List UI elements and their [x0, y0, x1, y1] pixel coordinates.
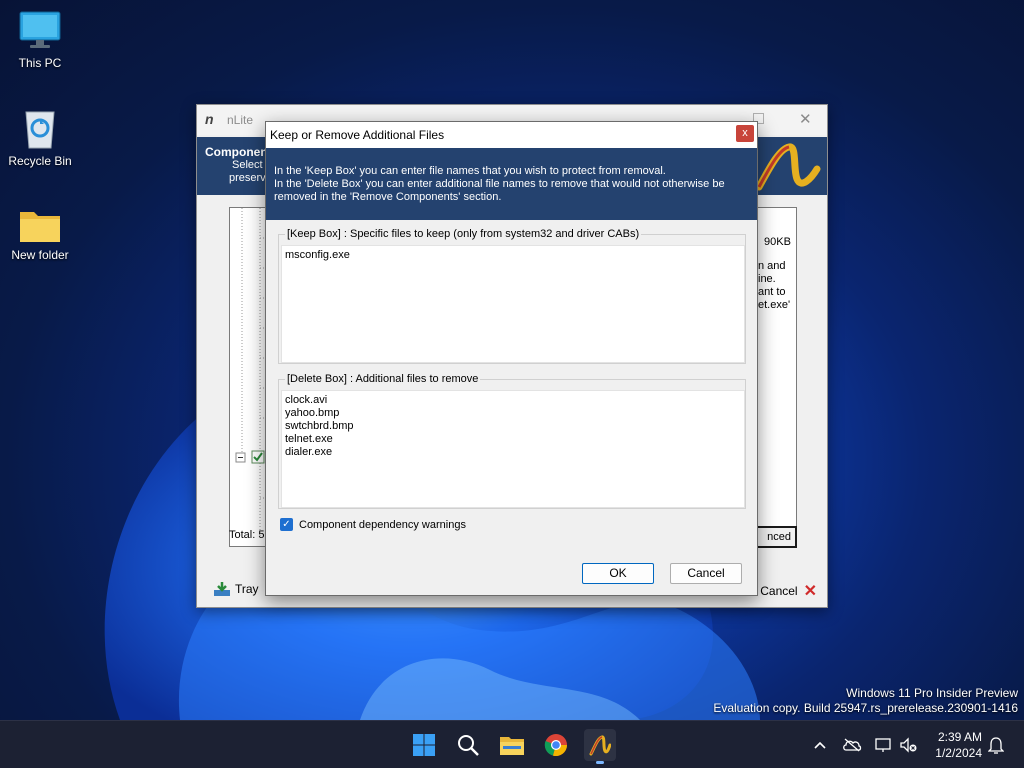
search-icon: [458, 735, 479, 756]
notifications-button[interactable]: [986, 735, 1006, 755]
watermark-line: Evaluation copy. Build 25947.rs_prerelea…: [713, 701, 1018, 715]
delete-box-line: swtchbrd.bmp: [285, 420, 354, 432]
active-indicator: [596, 761, 604, 764]
watermark-line: Windows 11 Pro Insider Preview: [846, 686, 1018, 700]
description-fragment: n and ine. ant to et.exe': [758, 260, 790, 312]
nlite-window-title: nLite: [227, 113, 254, 127]
desktop-icon-label: New folder: [11, 248, 69, 262]
size-value: 90KB: [764, 236, 791, 248]
nlite-logo-icon: [755, 143, 821, 191]
chevron-up-icon: [814, 741, 826, 749]
nlite-page-subtitle: Select t preserv: [229, 159, 269, 185]
delete-box-textarea[interactable]: clock.avi yahoo.bmp swtchbrd.bmp telnet.…: [281, 390, 745, 508]
tray-download-icon: [214, 582, 230, 596]
chrome-icon: [544, 734, 567, 757]
cloud-offline-icon: [843, 738, 862, 752]
description-line: ine.: [758, 273, 776, 285]
delete-box-line: yahoo.bmp: [285, 407, 340, 419]
recycle-bin-icon: [25, 111, 55, 149]
subtitle-line: Select t: [232, 159, 269, 171]
monitor-icon: [19, 11, 61, 48]
keep-box-group: [Keep Box] : Specific files to keep (onl…: [278, 228, 746, 364]
delete-box-line: telnet.exe: [285, 433, 333, 445]
close-icon[interactable]: ✕: [799, 110, 812, 128]
dialog-title: Keep or Remove Additional Files: [270, 128, 445, 142]
keep-box-legend: [Keep Box] : Specific files to keep (onl…: [285, 228, 642, 240]
instruction-line: In the 'Keep Box' you can enter file nam…: [274, 165, 666, 177]
desktop-icon-new-folder[interactable]: New folder: [0, 206, 80, 262]
network-icon: [875, 738, 891, 752]
system-clock[interactable]: 2:39 AM 1/2/2024: [935, 729, 982, 761]
delete-box-line: dialer.exe: [285, 446, 333, 458]
ok-button[interactable]: OK: [582, 563, 654, 584]
show-hidden-icons-button[interactable]: [810, 735, 830, 755]
nlite-taskbar-button[interactable]: [584, 729, 616, 764]
dependency-warnings-checkbox[interactable]: ✓: [280, 518, 293, 531]
cancel-label: Cancel: [760, 584, 798, 598]
cancel-x-icon: ✕: [803, 583, 817, 600]
folder-icon: [20, 212, 60, 242]
tray-label: Tray: [235, 582, 259, 596]
bell-icon: [988, 737, 1004, 754]
volume-muted-icon: [900, 737, 917, 753]
file-explorer-button[interactable]: [496, 729, 528, 761]
network-button[interactable]: [874, 735, 894, 755]
desktop-icon-label: This PC: [18, 56, 62, 70]
dialog-title-bar[interactable]: Keep or Remove Additional Files x: [266, 122, 757, 148]
search-button[interactable]: [452, 729, 484, 761]
instruction-line: removed in the 'Remove Components' secti…: [274, 191, 502, 203]
clock-time: 2:39 AM: [937, 730, 982, 744]
onedrive-button[interactable]: [842, 735, 862, 755]
description-line: et.exe': [758, 299, 791, 311]
dependency-warnings-option[interactable]: ✓ Component dependency warnings: [280, 518, 466, 531]
keep-remove-dialog: Keep or Remove Additional Files x In the…: [265, 121, 758, 596]
desktop-icon-this-pc[interactable]: This PC: [0, 10, 80, 70]
nlite-icon: [589, 735, 611, 756]
tree-lines: [235, 208, 270, 538]
start-button[interactable]: [408, 729, 440, 761]
file-explorer-icon: [500, 737, 524, 755]
nlite-page-title: Component: [205, 145, 272, 159]
evaluation-watermark: Windows 11 Pro Insider Preview Evaluatio…: [713, 686, 1018, 716]
keep-box-textarea[interactable]: msconfig.exe: [281, 245, 745, 363]
total-size-label: Total: 5: [229, 529, 265, 541]
volume-button[interactable]: [898, 735, 918, 755]
keep-box-line: msconfig.exe: [285, 249, 350, 261]
description-line: ant to: [758, 286, 786, 298]
nlite-logo-icon: n: [205, 111, 214, 127]
cancel-button[interactable]: Cancel: [670, 563, 742, 584]
delete-box-legend: [Delete Box] : Additional files to remov…: [285, 373, 481, 385]
windows-start-icon: [413, 734, 435, 756]
desktop-icon-label: Recycle Bin: [8, 154, 72, 168]
subtitle-line: preserv: [229, 172, 266, 184]
delete-box-line: clock.avi: [285, 394, 328, 406]
taskbar: 2:39 AM 1/2/2024: [0, 720, 1024, 768]
instruction-line: In the 'Delete Box' you can enter additi…: [274, 178, 725, 190]
chrome-button[interactable]: [540, 729, 572, 761]
clock-date: 1/2/2024: [935, 746, 982, 760]
description-line: n and: [758, 260, 786, 272]
desktop-icon-recycle-bin[interactable]: Recycle Bin: [0, 106, 80, 168]
delete-box-group: [Delete Box] : Additional files to remov…: [278, 373, 746, 509]
dependency-warnings-label: Component dependency warnings: [299, 518, 466, 531]
dialog-instructions: In the 'Keep Box' you can enter file nam…: [266, 148, 757, 220]
dialog-close-button[interactable]: x: [736, 125, 754, 142]
tray-button[interactable]: Tray: [213, 581, 259, 597]
